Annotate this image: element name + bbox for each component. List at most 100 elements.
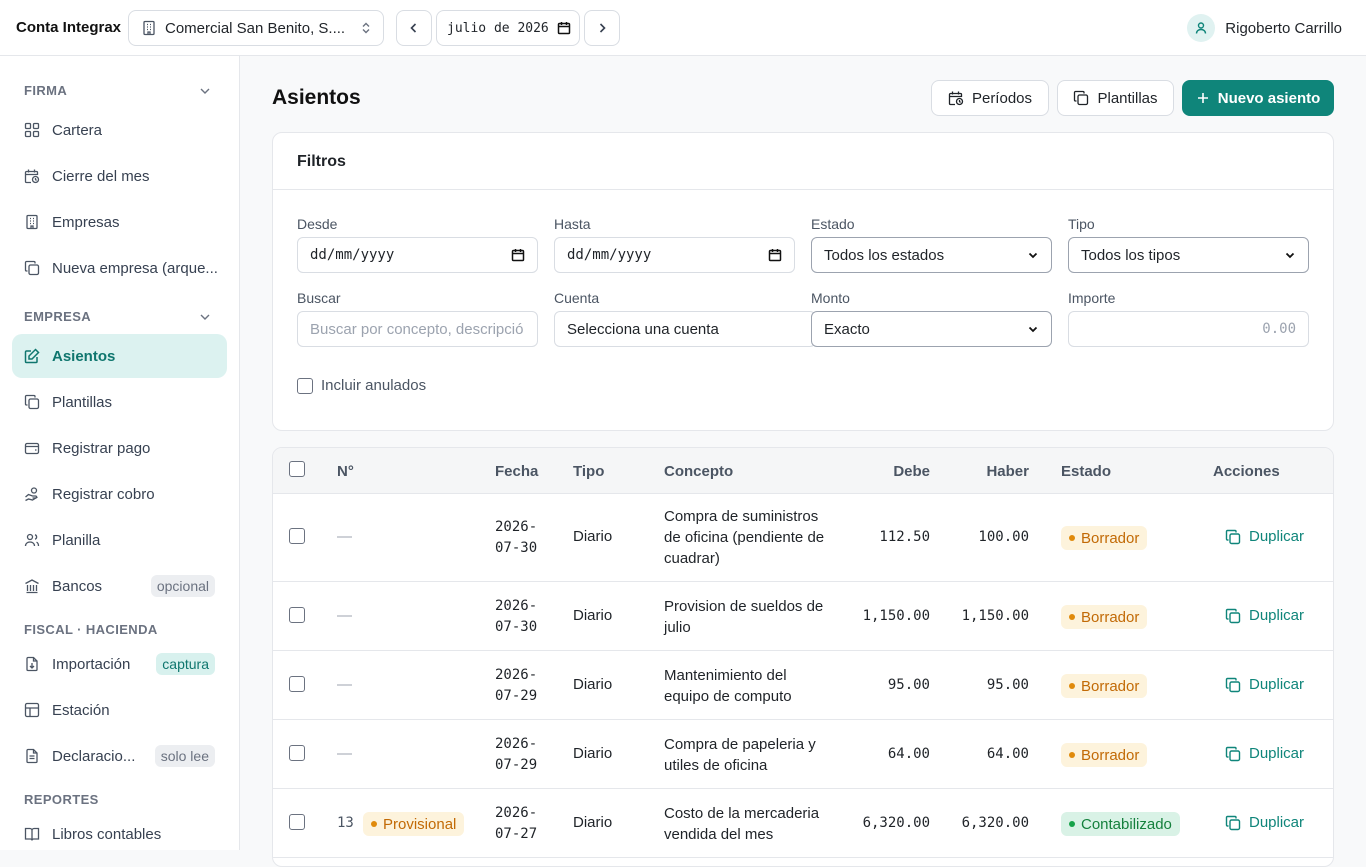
concepto-line: cuadrar) — [664, 550, 720, 567]
sidebar-item-planilla[interactable]: Planilla — [12, 518, 227, 562]
buscar-input[interactable]: Buscar por concepto, descripció — [297, 311, 538, 347]
row-concepto: Provision de sueldos de julio — [664, 596, 823, 638]
table-row[interactable]: — 2026- 07-29 Diario Compra de papeleria … — [273, 720, 1333, 789]
row-checkbox[interactable] — [289, 814, 305, 830]
table-row[interactable]: — 2026- 07-30 Diario Compra de suministro… — [273, 494, 1333, 582]
next-month-button[interactable] — [584, 10, 620, 46]
select-all-checkbox[interactable] — [289, 461, 305, 477]
wallet-icon — [24, 440, 40, 456]
row-checkbox[interactable] — [289, 528, 305, 544]
importe-input[interactable]: 0.00 — [1068, 311, 1309, 347]
plus-icon — [1196, 91, 1210, 105]
col-debe[interactable]: Debe — [873, 463, 930, 480]
sidebar-item-registrar-pago[interactable]: Registrar pago — [12, 426, 227, 470]
incluir-anulados-checkbox[interactable] — [297, 377, 313, 394]
hasta-date-input[interactable]: dd/mm/yyyy — [554, 237, 795, 273]
user-icon — [1194, 21, 1208, 35]
col-num[interactable]: N° — [337, 463, 354, 480]
sidebar-item-empresas[interactable]: Empresas — [12, 200, 227, 244]
monto-select[interactable]: Exacto — [811, 311, 1052, 347]
sidebar-item-bancos[interactable]: Bancos opcional — [12, 564, 227, 608]
row-num: — — [337, 676, 352, 693]
grid-icon — [24, 122, 40, 138]
user-menu[interactable]: Rigoberto Carrillo — [1187, 14, 1342, 42]
sidebar-item-estacion[interactable]: Estación — [12, 688, 227, 732]
col-haber[interactable]: Haber — [963, 463, 1029, 480]
sidebar-item-nueva-empresa[interactable]: Nueva empresa (arque... — [12, 246, 227, 290]
sidebar-item-plantillas[interactable]: Plantillas — [12, 380, 227, 424]
prev-month-button[interactable] — [396, 10, 432, 46]
copy-icon — [1225, 529, 1241, 545]
status-badge: Contabilizado — [1061, 812, 1180, 836]
status-badge: Borrador — [1061, 743, 1148, 767]
fecha-line: 07-29 — [495, 688, 538, 704]
table-row[interactable]: — 2026- 07-30 Diario Provision de sueldos… — [273, 582, 1333, 651]
estado-select[interactable]: Todos los estados — [811, 237, 1052, 273]
sidebar-item-label: Cierre del mes — [52, 167, 150, 185]
company-selector[interactable]: Comercial San Benito, S.... — [128, 10, 384, 46]
status-label: Borrador — [1081, 608, 1140, 626]
row-haber: 1,150.00 — [961, 608, 1029, 624]
col-concepto[interactable]: Concepto — [664, 463, 733, 480]
row-checkbox[interactable] — [289, 676, 305, 692]
row-num: — — [337, 745, 352, 762]
fecha-line: 07-30 — [495, 540, 538, 556]
fecha-line: 2026- — [495, 805, 538, 821]
sidebar-item-label: Registrar pago — [52, 439, 151, 457]
cuenta-select[interactable]: Selecciona una cuenta — [554, 311, 816, 347]
row-num: — — [337, 607, 352, 624]
chevron-left-icon — [407, 21, 421, 35]
section-title-empresa: EMPRESA — [24, 309, 92, 324]
sidebar-item-asientos[interactable]: Asientos — [12, 334, 227, 378]
sidebar-item-declaraciones[interactable]: Declaracio... solo lee — [12, 734, 227, 778]
sidebar-item-cierre-del-mes[interactable]: Cierre del mes — [12, 154, 227, 198]
table-row[interactable]: 13 Provisional 2026- 07-27 Diario Costo d… — [273, 789, 1333, 858]
duplicar-button[interactable]: Duplicar — [1225, 814, 1304, 831]
sidebar-item-importacion[interactable]: Importación captura — [12, 642, 227, 686]
duplicar-button[interactable]: Duplicar — [1225, 607, 1304, 624]
col-fecha[interactable]: Fecha — [495, 463, 538, 480]
row-checkbox[interactable] — [289, 745, 305, 761]
sidebar-item-label: Libros contables — [52, 825, 162, 843]
sidebar-item-label: Plantillas — [52, 393, 113, 411]
plantillas-button[interactable]: Plantillas — [1057, 80, 1174, 116]
row-tipo: Diario — [573, 814, 613, 831]
row-checkbox[interactable] — [289, 607, 305, 623]
sidebar-item-libros-contables[interactable]: Libros contables — [12, 812, 227, 850]
nuevo-asiento-button[interactable]: Nuevo asiento — [1182, 80, 1334, 116]
concepto-line: Mantenimiento del — [664, 667, 787, 684]
duplicar-label: Duplicar — [1249, 814, 1305, 831]
concepto-line: julio — [664, 619, 691, 636]
chevron-down-icon[interactable] — [198, 84, 212, 98]
desde-date-input[interactable]: dd/mm/yyyy — [297, 237, 538, 273]
col-tipo[interactable]: Tipo — [573, 463, 604, 480]
row-debe: 6,320.00 — [862, 815, 930, 831]
status-label: Contabilizado — [1081, 815, 1172, 833]
duplicar-button[interactable]: Duplicar — [1225, 676, 1304, 693]
monto-label: Monto — [811, 290, 850, 306]
status-badge: Borrador — [1061, 605, 1148, 629]
incluir-anulados-option[interactable]: Incluir anulados — [297, 377, 426, 394]
sidebar-item-label: Asientos — [52, 347, 116, 365]
col-estado[interactable]: Estado — [1061, 463, 1111, 480]
bank-icon — [24, 578, 40, 594]
periodos-button[interactable]: Períodos — [931, 80, 1049, 116]
sidebar-item-registrar-cobro[interactable]: Registrar cobro — [12, 472, 227, 516]
duplicar-button[interactable]: Duplicar — [1225, 745, 1304, 762]
sidebar: FIRMA Cartera Cierre del mes Empresas Nu… — [0, 56, 240, 850]
duplicar-button[interactable]: Duplicar — [1225, 528, 1304, 545]
month-input[interactable]: julio de 2026 — [436, 10, 580, 46]
chevron-down-icon[interactable] — [198, 310, 212, 324]
periodos-label: Períodos — [971, 89, 1033, 107]
provisional-badge: Provisional — [363, 812, 465, 836]
status-dot — [1069, 535, 1075, 541]
sidebar-item-cartera[interactable]: Cartera — [12, 108, 227, 152]
asientos-table: N° Fecha Tipo Concepto Debe Haber Estado… — [272, 447, 1334, 867]
fecha-line: 2026- — [495, 736, 538, 752]
copy-icon — [1225, 746, 1241, 762]
tipo-select[interactable]: Todos los tipos — [1068, 237, 1309, 273]
hasta-label: Hasta — [554, 216, 591, 232]
table-row[interactable]: — 2026- 07-29 Diario Mantenimiento del equ… — [273, 651, 1333, 720]
sidebar-item-label: Estación — [52, 701, 110, 719]
top-bar: Conta Integrax Comercial San Benito, S..… — [0, 0, 1366, 56]
